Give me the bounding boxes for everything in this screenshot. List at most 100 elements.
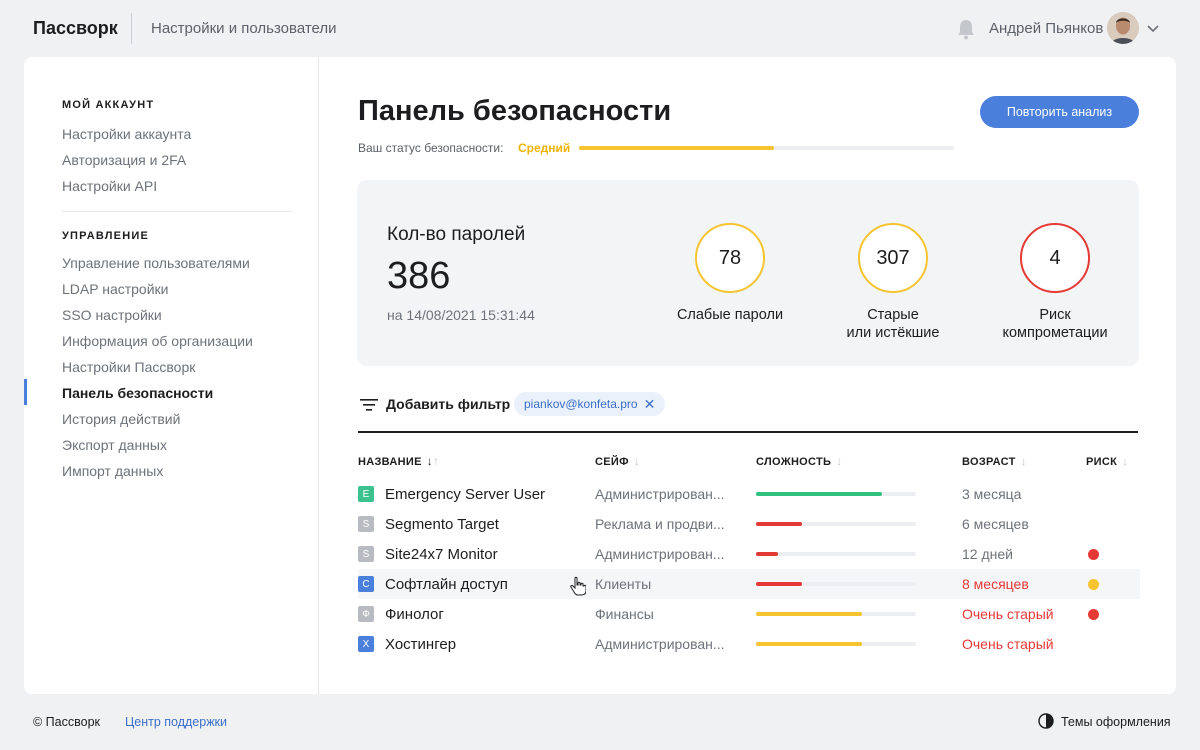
sidebar-item-sso[interactable]: SSO настройки <box>62 307 162 323</box>
sort-arrows-icon[interactable]: ↓↑ <box>427 454 440 468</box>
entry-letter-icon: S <box>358 546 374 562</box>
old-passwords-label: Старые или истёкшие <box>818 306 968 342</box>
table-row[interactable]: Ф Финолог Финансы Очень старый <box>358 599 1140 629</box>
entry-age: Очень старый <box>962 606 1054 622</box>
app-logo[interactable]: Пассворк <box>33 18 118 39</box>
add-filter-button[interactable]: Добавить фильтр <box>386 396 510 412</box>
sidebar-item-account-settings[interactable]: Настройки аккаунта <box>62 126 191 142</box>
sidebar-item-organization[interactable]: Информация об организации <box>62 333 253 349</box>
active-indicator <box>24 379 27 405</box>
sidebar-item-export[interactable]: Экспорт данных <box>62 437 167 453</box>
table-top-rule <box>358 431 1138 433</box>
sidebar-item-passwork-settings[interactable]: Настройки Пассворк <box>62 359 195 375</box>
entry-vault: Администрирован... <box>595 636 725 652</box>
entry-age: 8 месяцев <box>962 576 1029 592</box>
entry-name[interactable]: Хостингер <box>385 636 456 653</box>
sidebar-item-ldap[interactable]: LDAP настройки <box>62 281 168 297</box>
entry-vault: Администрирован... <box>595 546 725 562</box>
column-header-age[interactable]: ВОЗРАСТ ↓ <box>962 454 1027 468</box>
sort-down-icon[interactable]: ↓ <box>634 454 640 468</box>
old-passwords-line2: или истёкшие <box>846 325 940 341</box>
strength-bar <box>756 612 916 616</box>
entry-letter-icon: E <box>358 486 374 502</box>
entry-vault: Администрирован... <box>595 486 725 502</box>
entry-name[interactable]: Софтлайн доступ <box>385 576 508 593</box>
table-row[interactable]: S Site24x7 Monitor Администрирован... 12 дн… <box>358 539 1140 569</box>
themes-link[interactable]: Темы оформления <box>1061 715 1171 729</box>
hand-cursor-icon <box>570 576 586 596</box>
risk-circle[interactable]: 4 <box>1020 223 1090 293</box>
sort-down-icon[interactable]: ↓ <box>836 454 842 468</box>
user-name[interactable]: Андрей Пьянков <box>989 20 1103 37</box>
strength-bar <box>756 582 916 586</box>
weak-passwords-label: Слабые пароли <box>655 306 805 324</box>
page-title: Панель безопасности <box>358 95 672 127</box>
entry-name[interactable]: Site24x7 Monitor <box>385 546 498 563</box>
password-count-value: 386 <box>387 255 451 297</box>
filter-icon[interactable] <box>360 398 378 412</box>
sidebar-item-security[interactable]: Панель безопасности <box>62 385 213 401</box>
password-count-label: Кол-во паролей <box>387 224 526 245</box>
reanalyze-button[interactable]: Повторить анализ <box>980 96 1139 128</box>
entry-name[interactable]: Финолог <box>385 606 444 623</box>
risk-dot <box>1088 579 1099 590</box>
sort-down-icon[interactable]: ↓ <box>1122 454 1128 468</box>
entry-vault: Реклама и продви... <box>595 516 725 532</box>
old-passwords-circle[interactable]: 307 <box>858 223 928 293</box>
entry-vault: Финансы <box>595 606 654 622</box>
entry-name[interactable]: Segmento Target <box>385 516 499 533</box>
table-row[interactable]: E Emergency Server User Администрирован...… <box>358 479 1140 509</box>
column-header-strength[interactable]: СЛОЖНОСТЬ ↓ <box>756 454 843 468</box>
filter-chip[interactable]: piankov@konfeta.pro ✕ <box>514 392 666 416</box>
sidebar-item-api-settings[interactable]: Настройки API <box>62 178 157 194</box>
filter-chip-label: piankov@konfeta.pro <box>524 397 638 411</box>
strength-bar-fill <box>756 522 803 526</box>
risk-line1: Риск <box>1039 307 1071 323</box>
entry-age: 6 месяцев <box>962 516 1029 532</box>
weak-passwords-text: Слабые пароли <box>676 307 784 323</box>
sidebar-item-users[interactable]: Управление пользователями <box>62 255 250 271</box>
entry-name[interactable]: Emergency Server User <box>385 486 545 503</box>
table-row[interactable]: C Софтлайн доступ Клиенты 8 месяцев <box>358 569 1140 599</box>
chevron-down-icon[interactable] <box>1146 21 1160 35</box>
table-row[interactable]: S Segmento Target Реклама и продви... 6 мес… <box>358 509 1140 539</box>
strength-bar-fill <box>756 642 862 646</box>
header-divider <box>131 13 132 44</box>
strength-bar <box>756 522 916 526</box>
avatar[interactable] <box>1107 12 1139 44</box>
sidebar-divider <box>62 211 292 212</box>
theme-contrast-icon[interactable] <box>1038 713 1054 729</box>
stats-panel: Кол-во паролей 386 на 14/08/2021 15:31:4… <box>357 180 1139 366</box>
strength-bar <box>756 492 916 496</box>
strength-bar-fill <box>756 582 803 586</box>
sidebar-item-history[interactable]: История действий <box>62 411 180 427</box>
entry-letter-icon: Ф <box>358 606 374 622</box>
weak-passwords-circle[interactable]: 78 <box>695 223 765 293</box>
entry-age: Очень старый <box>962 636 1054 652</box>
sort-down-icon[interactable]: ↓ <box>1021 454 1027 468</box>
sidebar-item-import[interactable]: Импорт данных <box>62 463 163 479</box>
section-title: Настройки и пользователи <box>151 20 337 37</box>
main-content: Панель безопасности Повторить анализ Ваш… <box>320 57 1176 694</box>
column-header-vault[interactable]: СЕЙФ ↓ <box>595 454 640 468</box>
risk-dot <box>1088 549 1099 560</box>
entry-letter-icon: C <box>358 576 374 592</box>
table-row[interactable]: X Хостингер Администрирован... Очень старый <box>358 629 1140 659</box>
risk-line2: компрометации <box>1002 325 1108 341</box>
entry-letter-icon: X <box>358 636 374 652</box>
bell-icon[interactable] <box>956 18 976 40</box>
manage-heading: УПРАВЛЕНИЕ <box>62 230 149 242</box>
password-count-date: на 14/08/2021 15:31:44 <box>387 307 535 323</box>
sidebar-item-auth-2fa[interactable]: Авторизация и 2FA <box>62 152 186 168</box>
entry-age: 3 месяца <box>962 486 1022 502</box>
filter-bar: Добавить фильтр piankov@konfeta.pro ✕ <box>358 392 1138 418</box>
risk-dot <box>1088 609 1099 620</box>
close-icon[interactable]: ✕ <box>644 396 656 413</box>
column-header-name[interactable]: НАЗВАНИЕ ↓↑ <box>358 454 439 468</box>
strength-bar <box>756 552 916 556</box>
security-status-value: Средний <box>518 141 571 155</box>
security-status-fill <box>579 146 774 150</box>
top-bar: Пассворк Настройки и пользователи Андрей… <box>0 0 1200 57</box>
support-link[interactable]: Центр поддержки <box>125 715 227 729</box>
column-header-risk[interactable]: РИСК ↓ <box>1086 454 1128 468</box>
